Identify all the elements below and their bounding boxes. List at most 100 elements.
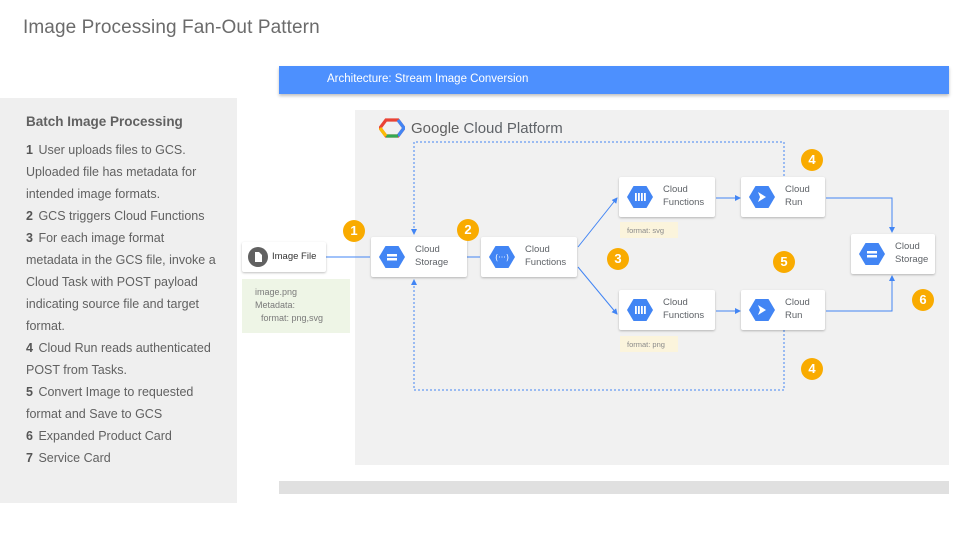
cloud-functions-main-line1: Cloud <box>525 244 550 255</box>
step-text: Uploaded file has metadata for <box>26 165 197 179</box>
step-line: 4 Cloud Run reads authenticated <box>26 337 225 359</box>
step-text: POST from Tasks. <box>26 363 127 377</box>
step-text: Cloud Task with POST payload <box>26 275 198 289</box>
step-text: intended image formats. <box>26 187 161 201</box>
architecture-label: Architecture: Stream Image Conversion <box>327 73 529 85</box>
step-text: Expanded Product Card <box>38 429 172 443</box>
step-line: 2 GCS triggers Cloud Functions <box>26 205 225 227</box>
architecture-banner: Architecture: Stream Image Conversion <box>279 66 949 94</box>
cloud-tasks-bottom-node[interactable]: Cloud Functions <box>619 290 715 330</box>
cloud-storage-out-node[interactable]: Cloud Storage <box>851 234 935 274</box>
gcp-logo-text: Google Cloud Platform <box>411 120 563 137</box>
format-svg-note: format: svg <box>620 222 678 238</box>
gcp-logo-platform: Cloud Platform <box>463 119 563 137</box>
step-badge-3: 3 <box>607 248 629 270</box>
step-badge-4-bottom: 4 <box>801 358 823 380</box>
cloud-storage-in-line2: Storage <box>415 257 449 268</box>
cloud-run-bottom-line2: Run <box>785 310 803 321</box>
step-line: POST from Tasks. <box>26 359 225 381</box>
cloud-functions-main-line2: Functions <box>525 257 567 268</box>
cloud-run-top-line2: Run <box>785 197 803 208</box>
cloud-storage-out-line2: Storage <box>895 254 929 265</box>
cloud-run-top-line1: Cloud <box>785 184 810 195</box>
step-badge-4-top: 4 <box>801 149 823 171</box>
step-text: indicating source file and target <box>26 297 200 311</box>
cloud-tasks-top-line1: Cloud <box>663 184 688 195</box>
step-text: User uploads files to GCS. <box>38 143 186 157</box>
step-line: 7 Service Card <box>26 447 225 469</box>
cloud-run-icon <box>749 186 775 208</box>
step-line: Cloud Task with POST payload <box>26 271 225 293</box>
gcp-logo-google: Google <box>411 119 460 137</box>
step-badge-5: 5 <box>773 251 795 273</box>
cloud-run-icon <box>749 299 775 321</box>
step-number: 2 <box>26 209 33 223</box>
sidebar-panel: Batch Image Processing 1 User uploads fi… <box>0 98 237 503</box>
gcp-area: Google Cloud Platform <box>355 110 949 465</box>
gcp-logo: Google Cloud Platform <box>379 118 563 138</box>
file-icon <box>248 247 268 267</box>
metadata-line-3: format: png,svg <box>261 313 324 323</box>
cloud-functions-icon: (···) <box>489 246 515 268</box>
svg-text:(···): (···) <box>495 253 509 262</box>
cloud-functions-main-node[interactable]: (···) Cloud Functions <box>481 237 577 277</box>
step-line: indicating source file and target <box>26 293 225 315</box>
step-number: 3 <box>26 231 33 245</box>
cloud-storage-out-line1: Cloud <box>895 241 920 252</box>
cloud-run-top-label: Cloud Run <box>785 183 837 209</box>
cloud-run-top-node[interactable]: Cloud Run <box>741 177 825 217</box>
step-text: GCS triggers Cloud Functions <box>38 209 205 223</box>
steps-list: 1 User uploads files to GCS. Uploaded fil… <box>26 139 225 469</box>
cloud-storage-in-node[interactable]: Cloud Storage <box>371 237 467 277</box>
step-line: format and Save to GCS <box>26 403 225 425</box>
gcp-logo-icon <box>379 118 405 138</box>
cloud-storage-in-line1: Cloud <box>415 244 440 255</box>
step-line: format. <box>26 315 225 337</box>
step-text: Convert Image to requested <box>38 385 194 399</box>
cloud-tasks-bottom-line2: Functions <box>663 310 705 321</box>
cloud-storage-in-label: Cloud Storage <box>415 243 467 269</box>
cloud-tasks-icon <box>627 186 653 208</box>
cloud-storage-icon <box>859 243 885 265</box>
step-badge-2: 2 <box>457 219 479 241</box>
step-line: 1 User uploads files to GCS. <box>26 139 225 161</box>
step-badge-1: 1 <box>343 220 365 242</box>
step-number: 6 <box>26 429 33 443</box>
step-number: 4 <box>26 341 33 355</box>
page-title: Image Processing Fan-Out Pattern <box>23 17 320 38</box>
image-file-label: Image File <box>272 251 317 262</box>
step-line: Uploaded file has metadata for <box>26 161 225 183</box>
step-text: format and Save to GCS <box>26 407 163 421</box>
metadata-line-1: image.png <box>255 287 298 297</box>
step-line: 5 Convert Image to requested <box>26 381 225 403</box>
cloud-tasks-top-label: Cloud Functions <box>663 183 715 209</box>
metadata-line-2: Metadata: <box>255 300 296 310</box>
image-file-node[interactable]: Image File <box>242 242 326 272</box>
step-line: 6 Expanded Product Card <box>26 425 225 447</box>
step-text: metadata in the GCS file, invoke a <box>26 253 216 267</box>
step-badge-6: 6 <box>912 289 934 311</box>
bottom-bar <box>279 481 949 494</box>
cloud-tasks-top-node[interactable]: Cloud Functions <box>619 177 715 217</box>
metadata-note: image.png Metadata: format: png,svg <box>242 279 350 333</box>
step-line: 3 For each image format <box>26 227 225 249</box>
step-text: Cloud Run reads authenticated <box>38 341 211 355</box>
cloud-storage-out-label: Cloud Storage <box>895 240 947 266</box>
step-text: Service Card <box>38 451 111 465</box>
sidebar-heading: Batch Image Processing <box>26 114 183 129</box>
step-number: 5 <box>26 385 33 399</box>
cloud-run-bottom-node[interactable]: Cloud Run <box>741 290 825 330</box>
step-text: For each image format <box>38 231 165 245</box>
cloud-functions-main-label: Cloud Functions <box>525 243 577 269</box>
format-png-note: format: png <box>620 336 678 352</box>
step-text: format. <box>26 319 65 333</box>
step-line: metadata in the GCS file, invoke a <box>26 249 225 271</box>
step-number: 1 <box>26 143 33 157</box>
cloud-tasks-icon <box>627 299 653 321</box>
step-line: intended image formats. <box>26 183 225 205</box>
cloud-tasks-bottom-line1: Cloud <box>663 297 688 308</box>
cloud-run-bottom-label: Cloud Run <box>785 296 837 322</box>
cloud-storage-icon <box>379 246 405 268</box>
cloud-tasks-bottom-label: Cloud Functions <box>663 296 715 322</box>
cloud-tasks-top-line2: Functions <box>663 197 705 208</box>
